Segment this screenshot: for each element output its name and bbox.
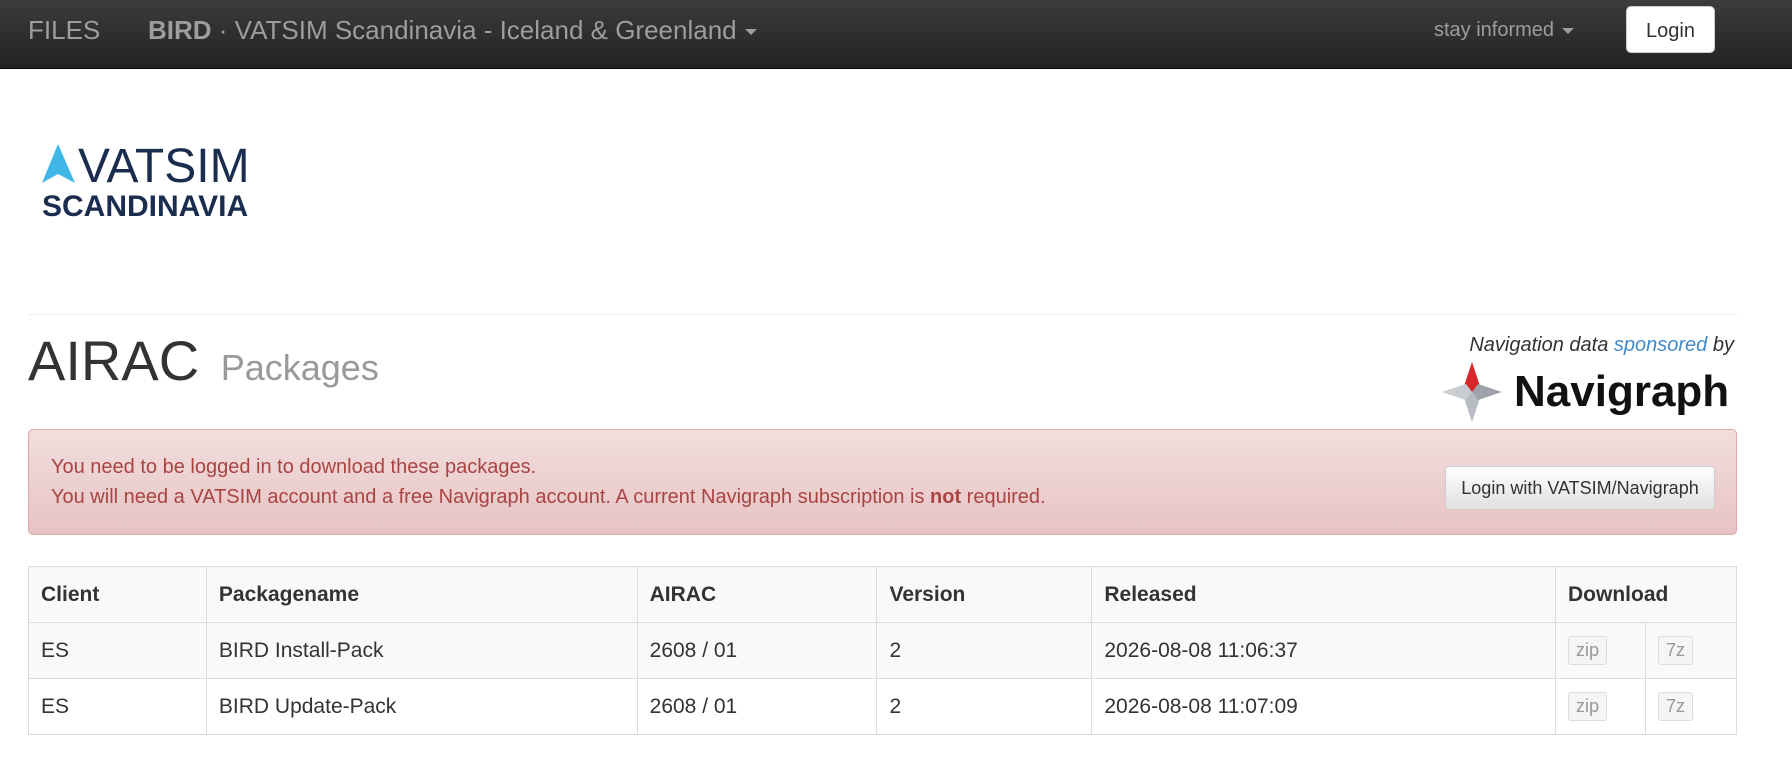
alert-message-1: You need to be logged in to download the… — [51, 456, 537, 478]
page-subtitle: Packages — [220, 347, 379, 388]
cell-released: 2026-08-08 11:07:09 — [1091, 678, 1557, 735]
cell-download-zip: zip — [1555, 622, 1646, 679]
table-row: ES BIRD Install-Pack 2608 / 01 2 2026-08… — [28, 622, 1738, 679]
cell-client: ES — [28, 678, 207, 735]
files-brand-link[interactable]: FILES — [28, 0, 100, 60]
alert-emphasis: not — [930, 486, 962, 508]
cell-airac: 2608 / 01 — [636, 622, 878, 679]
download-7z-button[interactable]: 7z — [1657, 636, 1693, 665]
header-released: Released — [1091, 566, 1557, 623]
logo-arrow-icon — [42, 144, 75, 183]
project-name: · VATSIM Scandinavia - Iceland & Greenla… — [211, 15, 737, 45]
table-row: ES BIRD Update-Pack 2608 / 01 2 2026-08-… — [28, 678, 1738, 735]
alert-text-before: You will need a VATSIM account and a fre… — [51, 486, 931, 508]
header-client: Client — [28, 566, 207, 623]
cell-package: BIRD Install-Pack — [205, 622, 638, 679]
logo-line2: SCANDINAVIA — [42, 190, 248, 218]
header-download: Download — [1555, 566, 1737, 623]
caret-down-icon — [1562, 27, 1575, 34]
logo-line1: VATSIM — [78, 140, 250, 193]
project-code: BIRD — [148, 15, 212, 45]
project-dropdown[interactable]: BIRD · VATSIM Scandinavia - Iceland & Gr… — [148, 0, 757, 60]
cell-download-zip: zip — [1555, 678, 1646, 735]
cell-package: BIRD Update-Pack — [205, 678, 638, 735]
navigraph-logo[interactable]: Navigraph — [1440, 360, 1740, 426]
packages-table: Client Packagename AIRAC Version Release… — [28, 566, 1738, 735]
alert-text-after: required. — [961, 486, 1046, 508]
login-button[interactable]: Login — [1626, 6, 1715, 53]
cell-client: ES — [28, 622, 207, 679]
sponsor-text: Navigation data sponsored by — [1469, 334, 1734, 357]
download-7z-button[interactable]: 7z — [1657, 692, 1693, 721]
header-packagename: Packagename — [205, 566, 638, 623]
navigraph-wordmark: Navigraph — [1514, 367, 1729, 416]
page-title-main: AIRAC — [28, 329, 200, 392]
navigraph-star-icon — [1442, 362, 1502, 422]
divider — [28, 314, 1737, 315]
header-version: Version — [876, 566, 1093, 623]
stay-informed-label: stay informed — [1434, 19, 1555, 41]
vatsim-scandinavia-logo: VATSIM SCANDINAVIA — [42, 140, 250, 218]
header-airac: AIRAC — [636, 566, 878, 623]
page-title: AIRAC Packages — [28, 326, 379, 403]
cell-version: 2 — [876, 622, 1093, 679]
caret-down-icon — [744, 29, 757, 36]
download-zip-button[interactable]: zip — [1568, 692, 1608, 721]
download-zip-button[interactable]: zip — [1568, 636, 1608, 665]
login-required-alert: You need to be logged in to download the… — [28, 429, 1737, 535]
table-header-row: Client Packagename AIRAC Version Release… — [28, 566, 1737, 623]
sponsor-prefix: Navigation data — [1469, 334, 1614, 356]
cell-version: 2 — [876, 678, 1093, 735]
stay-informed-dropdown[interactable]: stay informed — [1434, 0, 1575, 60]
cell-released: 2026-08-08 11:06:37 — [1091, 622, 1557, 679]
top-navbar: FILES BIRD · VATSIM Scandinavia - Icelan… — [0, 0, 1792, 69]
cell-download-7z: 7z — [1644, 622, 1738, 679]
login-vatsim-navigraph-button[interactable]: Login with VATSIM/Navigraph — [1445, 466, 1715, 510]
sponsor-suffix: by — [1707, 334, 1734, 356]
cell-airac: 2608 / 01 — [636, 678, 878, 735]
sponsored-link[interactable]: sponsored — [1614, 334, 1707, 356]
cell-download-7z: 7z — [1644, 678, 1738, 735]
alert-message-2: You will need a VATSIM account and a fre… — [51, 486, 1046, 509]
